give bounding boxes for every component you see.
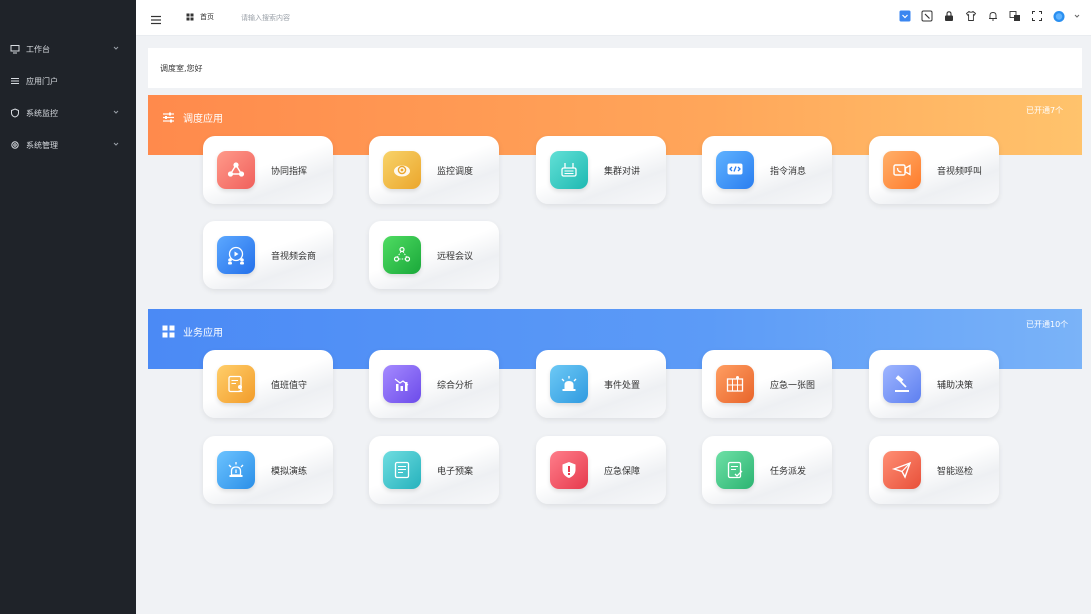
app-card-task-dispatch[interactable]: 任务派发 (702, 436, 832, 504)
avatar[interactable] (1053, 10, 1065, 22)
lock-icon[interactable] (943, 10, 955, 22)
app-card-emergency-support[interactable]: 应急保障 (536, 436, 666, 504)
app-card-collab-command[interactable]: 协同指挥 (203, 136, 333, 204)
conference-icon (217, 236, 255, 274)
meeting-icon (383, 236, 421, 274)
dispatch-count: 已开通7个 (1026, 106, 1064, 115)
business-count: 已开通10个 (1026, 320, 1069, 329)
app-label: 模拟演练 (271, 466, 308, 477)
chevron-down-icon[interactable] (1071, 10, 1083, 22)
drill-light-icon (217, 451, 255, 489)
translate-icon[interactable] (1009, 10, 1021, 22)
grid-icon (186, 13, 194, 21)
chevron-down-icon (112, 140, 120, 148)
screenshot-icon[interactable] (921, 10, 933, 22)
app-label: 集群对讲 (604, 166, 641, 177)
shield-icon (10, 108, 20, 118)
search-input[interactable] (241, 9, 371, 27)
sidebar-item-label: 工作台 (26, 44, 50, 54)
gear-icon (10, 140, 20, 150)
home-tab[interactable]: 首页 (186, 12, 214, 22)
app-label: 辅助决策 (937, 380, 974, 391)
app-card-remote-meeting[interactable]: 远程会议 (369, 221, 499, 289)
app-label: 应急保障 (604, 466, 641, 477)
app-card-e-plan[interactable]: 电子预案 (369, 436, 499, 504)
app-label: 协同指挥 (271, 166, 308, 177)
app-card-av-consult[interactable]: 音视频会商 (203, 221, 333, 289)
duty-roster-icon (217, 365, 255, 403)
chevron-down-icon (112, 44, 120, 52)
dropdown-square-icon[interactable] (899, 10, 911, 22)
sliders-icon (162, 111, 175, 124)
document-icon (383, 451, 421, 489)
app-card-smart-patrol[interactable]: 智能巡检 (869, 436, 999, 504)
bell-icon[interactable] (987, 10, 999, 22)
alarm-light-icon (550, 365, 588, 403)
sidebar-item-label: 应用门户 (26, 76, 58, 86)
app-card-analysis[interactable]: 综合分析 (369, 350, 499, 418)
task-list-icon (716, 451, 754, 489)
app-card-command-message[interactable]: 指令消息 (702, 136, 832, 204)
app-label: 任务派发 (770, 466, 807, 477)
sidebar-item-workbench[interactable]: 工作台 (0, 33, 136, 65)
home-label: 首页 (200, 13, 214, 21)
dispatch-title: 调度应用 (183, 114, 223, 125)
send-icon (883, 451, 921, 489)
app-label: 指令消息 (770, 166, 807, 177)
app-label: 智能巡检 (937, 466, 974, 477)
walkie-talkie-icon (550, 151, 588, 189)
welcome-banner: 调度室,您好 (148, 48, 1082, 88)
sidebar-item-admin[interactable]: 系统管理 (0, 129, 136, 161)
app-label: 事件处置 (604, 380, 641, 391)
gavel-icon (883, 365, 921, 403)
monitor-icon (10, 44, 20, 54)
sidebar-item-label: 系统监控 (26, 108, 58, 118)
app-card-emergency-map[interactable]: 应急一张图 (702, 350, 832, 418)
network-icon (217, 151, 255, 189)
app-card-simulation-drill[interactable]: 模拟演练 (203, 436, 333, 504)
video-call-icon (883, 151, 921, 189)
app-label: 综合分析 (437, 380, 474, 391)
app-card-decision-support[interactable]: 辅助决策 (869, 350, 999, 418)
app-card-monitor-dispatch[interactable]: 监控调度 (369, 136, 499, 204)
sidebar-item-monitoring[interactable]: 系统监控 (0, 97, 136, 129)
header-toolbar (889, 10, 1083, 22)
app-label: 监控调度 (437, 166, 474, 177)
business-title: 业务应用 (183, 328, 223, 339)
grid-icon (162, 325, 175, 338)
bar-chart-icon (383, 365, 421, 403)
shield-alert-icon (550, 451, 588, 489)
sidebar-item-portal[interactable]: 应用门户 (0, 65, 136, 97)
app-label: 应急一张图 (770, 380, 816, 391)
camera-icon (383, 151, 421, 189)
welcome-text: 调度室,您好 (160, 64, 203, 73)
top-header: 首页 (136, 0, 1091, 36)
code-message-icon (716, 151, 754, 189)
menu-toggle-icon[interactable] (150, 11, 162, 25)
chevron-down-icon (112, 108, 120, 116)
sidebar-item-label: 系统管理 (26, 140, 58, 150)
fullscreen-icon[interactable] (1031, 10, 1043, 22)
list-icon (10, 76, 20, 86)
app-label: 音视频会商 (271, 251, 317, 262)
app-label: 电子预案 (437, 466, 474, 477)
app-card-av-call[interactable]: 音视频呼叫 (869, 136, 999, 204)
app-card-cluster-intercom[interactable]: 集群对讲 (536, 136, 666, 204)
app-label: 音视频呼叫 (937, 166, 983, 177)
sidebar: 工作台 应用门户 系统监控 系统管理 (0, 0, 136, 614)
app-card-duty-watch[interactable]: 值班值守 (203, 350, 333, 418)
app-label: 远程会议 (437, 251, 474, 262)
app-card-incident-handling[interactable]: 事件处置 (536, 350, 666, 418)
app-label: 值班值守 (271, 380, 308, 391)
shirt-icon[interactable] (965, 10, 977, 22)
map-grid-icon (716, 365, 754, 403)
